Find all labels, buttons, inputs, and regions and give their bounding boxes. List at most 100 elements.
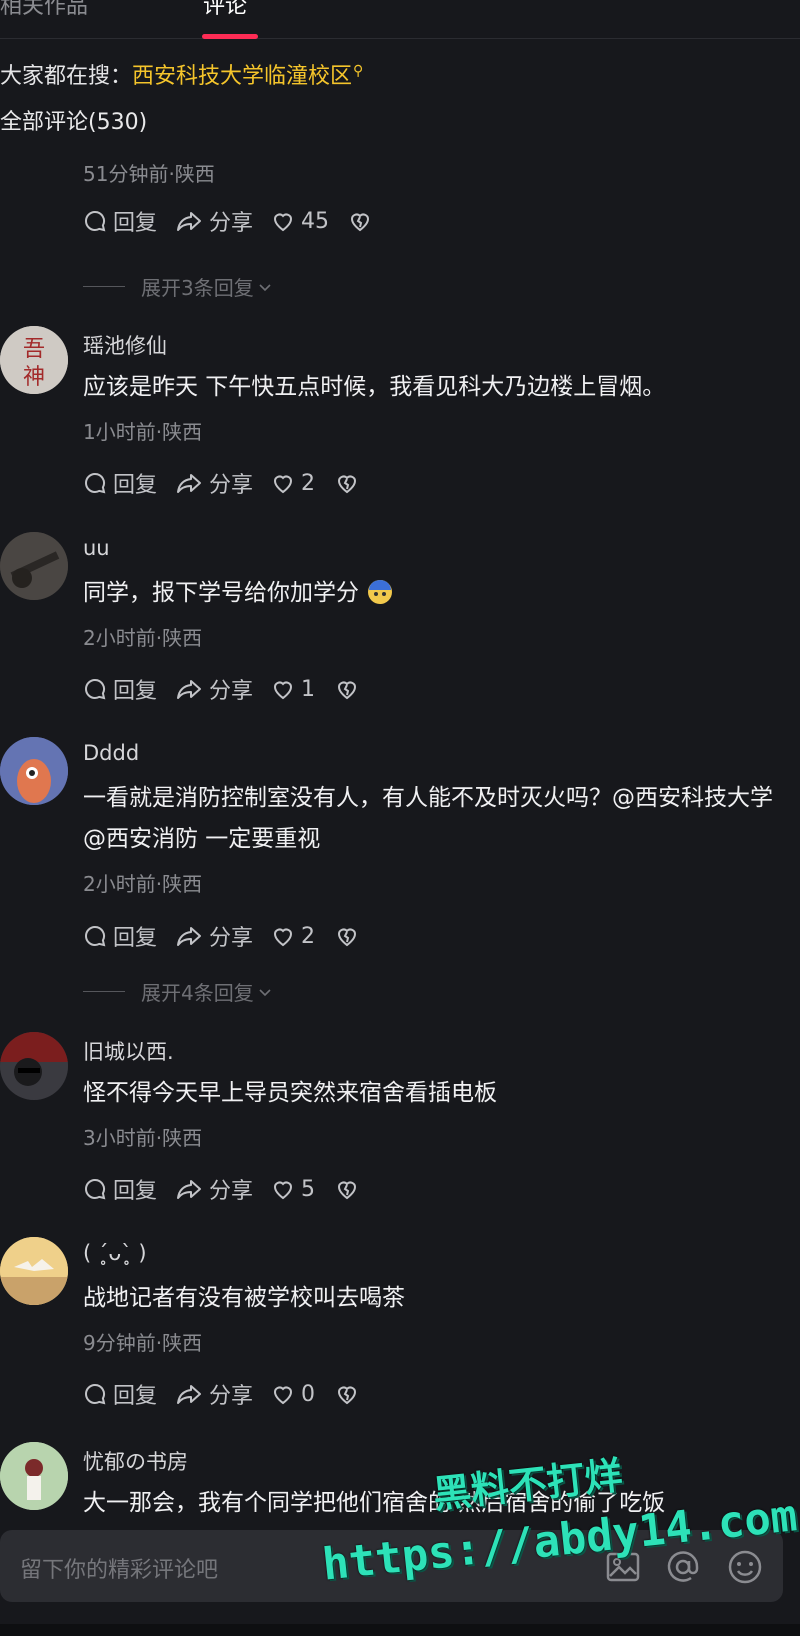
dislike-button[interactable] [348,206,372,236]
like-button[interactable]: 0 [271,1379,315,1409]
active-tab-indicator [202,34,258,39]
search-suggestion-label: 大家都在搜： [0,64,133,89]
divider-line [83,286,125,287]
dislike-button[interactable] [335,1174,359,1204]
emoji-picker-button[interactable] [726,1548,764,1586]
heart-icon [273,1386,293,1405]
comment-username[interactable]: 瑶池修仙 [83,330,167,360]
tab-bar: 相关作品 评论 [0,0,800,39]
heart-icon [273,213,293,232]
comment-text: 战地记者有没有被学校叫去喝茶 [83,1285,405,1311]
comment-meta: 3小时前·陕西 [83,1126,203,1150]
reply-label: 回复 [113,211,158,236]
avatar[interactable] [0,1032,68,1100]
broken-heart-icon [337,1386,357,1405]
heart-icon [273,475,293,494]
sunset-bird-avatar-icon [0,1237,68,1305]
expand-replies-label: 展开3条回复 [141,276,254,300]
share-arrow-icon [177,927,201,946]
heart-icon [273,681,293,700]
share-button[interactable]: 分享 [175,206,253,236]
girl-illustration-avatar-icon [0,1442,68,1510]
share-arrow-icon [177,1385,201,1404]
broken-heart-icon [337,1181,357,1200]
comment-bubble-icon [85,210,106,232]
dislike-button[interactable] [335,468,359,498]
avatar[interactable] [0,1442,68,1510]
comment-bubble-icon [85,1383,106,1405]
avatar[interactable] [0,737,68,805]
broken-heart-icon [337,475,357,494]
calligraphy-avatar-icon: 吾 神 [0,326,68,394]
chevron-down-icon [259,988,271,996]
street-avatar-icon [0,1032,68,1100]
like-button[interactable]: 2 [271,468,315,498]
dislike-button[interactable] [335,674,359,704]
comment-text-content: 同学，报下学号给你加学分 [83,580,367,606]
comment-username[interactable]: Dddd [83,741,139,765]
comment-bubble-icon [85,925,106,947]
comment-meta: 51分钟前·陕西 [83,162,215,186]
broken-heart-icon [350,213,370,232]
reply-button[interactable]: 回复 [83,1379,157,1409]
share-button[interactable]: 分享 [175,1174,253,1204]
search-suggestion: 大家都在搜：西安科技大学临潼校区⚲ [0,58,363,90]
reply-button[interactable]: 回复 [83,1174,157,1204]
like-count: 0 [301,1381,315,1407]
like-count: 2 [301,923,315,949]
reply-button[interactable]: 回复 [83,674,157,704]
avatar[interactable] [0,1237,68,1305]
avatar-glyph-2: 神 [23,365,45,390]
broken-heart-icon [337,928,357,947]
comment-username[interactable]: ( ˊ̥ᴗˋ̥ ) [83,1241,147,1265]
share-button[interactable]: 分享 [175,468,253,498]
like-count: 1 [301,676,315,702]
avatar[interactable]: 吾 神 [0,326,68,394]
search-suggestion-keyword[interactable]: 西安科技大学临潼校区 [132,64,352,89]
search-icon[interactable]: ⚲ [353,63,363,79]
broken-heart-icon [337,681,357,700]
like-button[interactable]: 45 [271,206,329,236]
share-arrow-icon [177,680,201,699]
comment-meta: 2小时前·陕西 [83,872,203,896]
reply-button[interactable]: 回复 [83,206,157,236]
avatar-glyph-1: 吾 [23,337,45,362]
reply-button[interactable]: 回复 [83,921,157,951]
tab-related-works[interactable]: 相关作品 [0,0,88,20]
share-label: 分享 [209,679,254,704]
comment-text: 应该是昨天 下午快五点时候，我看见科大乃边楼上冒烟。 [83,374,666,400]
expand-replies-button[interactable]: 展开4条回复 [83,977,273,1006]
chevron-down-icon [259,283,271,291]
share-button[interactable]: 分享 [175,921,253,951]
cartoon-bird-avatar-icon [0,737,68,805]
dislike-button[interactable] [335,921,359,951]
share-arrow-icon [177,212,201,231]
like-button[interactable]: 1 [271,674,315,704]
reply-label: 回复 [113,1179,158,1204]
share-button[interactable]: 分享 [175,674,253,704]
like-count: 2 [301,470,315,496]
reply-label: 回复 [113,1384,158,1409]
like-button[interactable]: 5 [271,1174,315,1204]
smiley-icon [728,1550,762,1584]
share-label: 分享 [209,211,254,236]
share-label: 分享 [209,1384,254,1409]
comment-username[interactable]: uu [83,536,110,560]
comment-username[interactable]: 旧城以西. [83,1036,174,1066]
expand-replies-button[interactable]: 展开3条回复 [83,272,273,301]
comment-input-placeholder[interactable]: 留下你的精彩评论吧 [20,1552,218,1584]
like-button[interactable]: 2 [271,921,315,951]
share-button[interactable]: 分享 [175,1379,253,1409]
comment-text: 怪不得今天早上导员突然来宿舍看插电板 [83,1080,497,1106]
divider-line [83,991,125,992]
comment-username[interactable]: 忧郁の书房 [83,1446,188,1476]
avatar[interactable] [0,532,68,600]
reply-label: 回复 [113,473,158,498]
share-arrow-icon [177,1180,201,1199]
reply-label: 回复 [113,679,158,704]
reply-button[interactable]: 回复 [83,468,157,498]
dislike-button[interactable] [335,1379,359,1409]
heart-icon [273,1181,293,1200]
bottom-edge [0,1624,800,1636]
tab-comments[interactable]: 评论 [203,0,247,20]
